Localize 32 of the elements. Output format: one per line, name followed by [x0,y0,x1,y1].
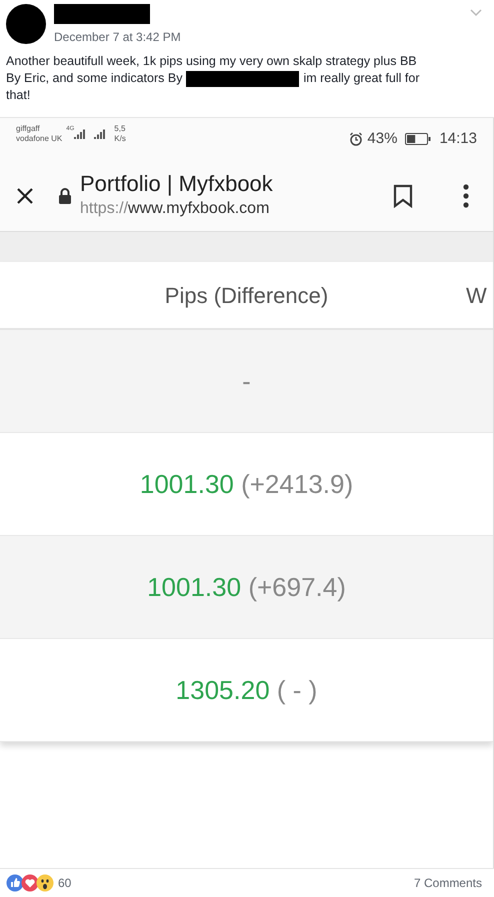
avatar [6,4,46,44]
battery-icon [405,133,432,146]
comments-link[interactable]: 7 Comments [414,874,482,892]
signal-icon [94,128,106,140]
more-icon[interactable] [463,184,469,208]
table-cell-text: - [242,364,251,398]
bookmark-icon[interactable] [393,184,413,208]
speed-text: 5,5 [114,124,126,134]
close-icon[interactable] [16,186,34,204]
like-icon [6,874,24,892]
page-url[interactable]: https://www.myfxbook.com [80,196,273,220]
wow-icon [36,874,54,892]
table-cell-text: 1001.30 (+697.4) [147,570,346,604]
table-cell-text: 1001.30 (+2413.9) [140,468,354,500]
column-header: Pips (Difference) [164,282,328,310]
clock-time: 14:13 [439,129,477,149]
signal-icon [74,128,86,140]
carrier-name: vodafone UK [16,134,62,144]
speed-text: K/s [114,134,126,144]
alarm-icon [349,132,364,146]
table-cell-text: 1305.20 ( - ) [176,674,318,706]
post-text: im really great full for [303,70,420,87]
page-title: Portfolio | Myfxbook [80,170,273,196]
post-date[interactable]: December 7 at 3:42 PM [54,28,181,46]
carrier-name: giffgaff [16,124,41,134]
post-text: Another beautifull week, 1k pips using my very own skalp strategy plus BB [6,53,417,70]
battery-percent: 43% [367,129,398,149]
lock-icon [58,186,72,204]
post-text: By Eric, and some indicators By [6,70,182,87]
reaction-count[interactable]: 60 [58,874,72,892]
column-header: W [466,282,487,310]
post-text: that! [6,87,30,104]
